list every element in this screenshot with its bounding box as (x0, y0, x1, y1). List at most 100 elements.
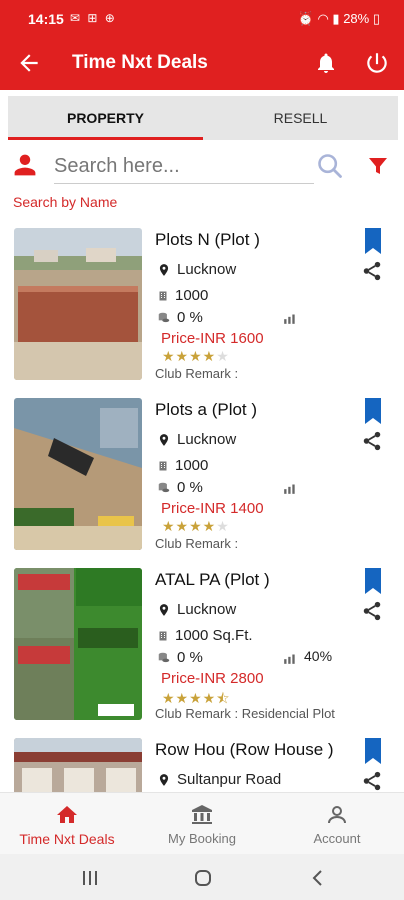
search-icon[interactable] (316, 152, 344, 180)
percent-text: 0 % (177, 479, 203, 496)
location-row: Lucknow (157, 261, 236, 278)
nav-account[interactable]: Account (270, 793, 404, 855)
location-row: Sultanpur Road (157, 771, 281, 788)
percent-row: 0 % (157, 309, 203, 326)
listing-title: Plots N (Plot ) (155, 230, 260, 249)
person-icon (14, 154, 36, 176)
back-button-icon[interactable] (310, 869, 324, 887)
back-arrow-icon[interactable] (16, 50, 42, 76)
location-text: Lucknow (177, 261, 237, 278)
listing-price: Price-INR 1600 (161, 330, 264, 347)
area-text: 1000 (175, 287, 209, 304)
notification-bell-icon[interactable] (314, 51, 338, 75)
status-right: ⏰ ◠ ▮ 28% ▯ (298, 11, 380, 27)
listing-title: ATAL PA (Plot ) (155, 570, 270, 589)
listing-title: Row Hou (Row House ) (155, 740, 334, 759)
building-icon (159, 631, 167, 641)
rating-stars: ★★★★★ (162, 518, 230, 534)
bottom-navigation: Time Nxt Deals My Booking Account (0, 792, 404, 854)
area-row: 1000 (157, 287, 208, 304)
area-text: 1000 (175, 457, 209, 474)
nav-label: Time Nxt Deals (19, 831, 115, 847)
home-icon (57, 806, 77, 823)
search-hint: Search by Name (13, 194, 118, 210)
bank-icon (192, 805, 212, 824)
person-icon (328, 806, 346, 824)
status-time: 14:15 (28, 11, 64, 27)
filter-icon[interactable] (366, 154, 390, 178)
bookmark-icon[interactable] (363, 398, 383, 424)
listing-price: Price-INR 2800 (161, 670, 264, 687)
system-navigation-bar (0, 854, 404, 900)
property-thumbnail[interactable] (14, 568, 142, 720)
bookmark-icon[interactable] (363, 568, 383, 594)
alarm-icon: ⏰ (297, 11, 314, 26)
app-bar: Time Nxt Deals (0, 36, 404, 90)
club-remark: Club Remark : Residencial Plot (155, 706, 335, 721)
nav-label: My Booking (168, 831, 236, 846)
listing-card[interactable]: Row Hou (Row House ) Sultanpur Road (0, 728, 404, 792)
share-icon[interactable] (361, 430, 383, 452)
bookmark-icon[interactable] (363, 228, 383, 254)
notification-icons: ✉ ⊞ ⊕ (70, 11, 117, 25)
location-text: Sultanpur Road (177, 771, 282, 788)
search-bar (10, 148, 394, 188)
rating-stars: ★★★★★ (162, 348, 230, 364)
status-bar: 14:15 ✉ ⊞ ⊕ ⏰ ◠ ▮ 28% ▯ (0, 0, 404, 36)
tab-resell[interactable]: RESELL (203, 96, 398, 140)
coins-icon (158, 312, 170, 323)
share-icon[interactable] (361, 600, 383, 622)
app-title: Time Nxt Deals (72, 52, 208, 73)
growth-chart-icon (284, 654, 295, 664)
percent-row: 0 % (157, 649, 203, 666)
percent-row: 0 % (157, 479, 203, 496)
location-row: Lucknow (157, 431, 236, 448)
area-text: 1000 Sq.Ft. (175, 627, 253, 644)
bookmark-icon[interactable] (363, 738, 383, 764)
home-button-icon[interactable] (194, 869, 212, 887)
growth-percent: 40% (304, 648, 333, 664)
battery-icon: ▯ (372, 11, 380, 26)
listing-title: Plots a (Plot ) (155, 400, 258, 419)
listing-card[interactable]: Plots a (Plot ) Lucknow 1000 0 % Price-I… (0, 388, 404, 558)
battery-text: 28% (343, 11, 370, 26)
property-thumbnail[interactable] (14, 738, 142, 792)
location-pin-icon (159, 264, 169, 276)
percent-text: 0 % (177, 309, 203, 326)
listing-card[interactable]: ATAL PA (Plot ) Lucknow 1000 Sq.Ft. 0 % … (0, 558, 404, 728)
recent-apps-icon[interactable] (82, 870, 98, 886)
club-remark: Club Remark : (155, 366, 239, 381)
property-thumbnail[interactable] (14, 398, 142, 550)
club-remark: Club Remark : (155, 536, 239, 551)
location-pin-icon (159, 434, 169, 446)
growth-chart-icon (284, 484, 295, 494)
listing-price: Price-INR 1400 (161, 500, 264, 517)
listing-list[interactable]: Plots N (Plot ) Lucknow 1000 0 % Price-I… (0, 218, 404, 792)
share-icon[interactable] (361, 260, 383, 282)
tab-bar: PROPERTY RESELL (8, 96, 398, 140)
coins-icon (158, 652, 170, 663)
property-thumbnail[interactable] (14, 228, 142, 380)
location-row: Lucknow (157, 601, 236, 618)
location-text: Lucknow (177, 431, 237, 448)
search-input[interactable] (54, 150, 314, 184)
signal-icon: ▮ (332, 11, 340, 26)
growth-chart-icon (284, 314, 295, 324)
nav-my-booking[interactable]: My Booking (135, 793, 269, 855)
coins-icon (158, 482, 170, 493)
listing-card[interactable]: Plots N (Plot ) Lucknow 1000 0 % Price-I… (0, 218, 404, 388)
location-pin-icon (159, 774, 169, 786)
building-icon (159, 461, 167, 471)
nav-time-nxt-deals[interactable]: Time Nxt Deals (0, 793, 134, 855)
share-icon[interactable] (361, 770, 383, 792)
location-text: Lucknow (177, 601, 237, 618)
nav-label: Account (313, 831, 361, 846)
percent-text: 0 % (177, 649, 203, 666)
wifi-icon: ◠ (317, 11, 329, 26)
tab-property[interactable]: PROPERTY (8, 96, 203, 140)
location-pin-icon (159, 604, 169, 616)
area-row: 1000 (157, 457, 208, 474)
building-icon (159, 291, 167, 301)
area-row: 1000 Sq.Ft. (157, 627, 253, 644)
power-icon[interactable] (364, 50, 390, 76)
